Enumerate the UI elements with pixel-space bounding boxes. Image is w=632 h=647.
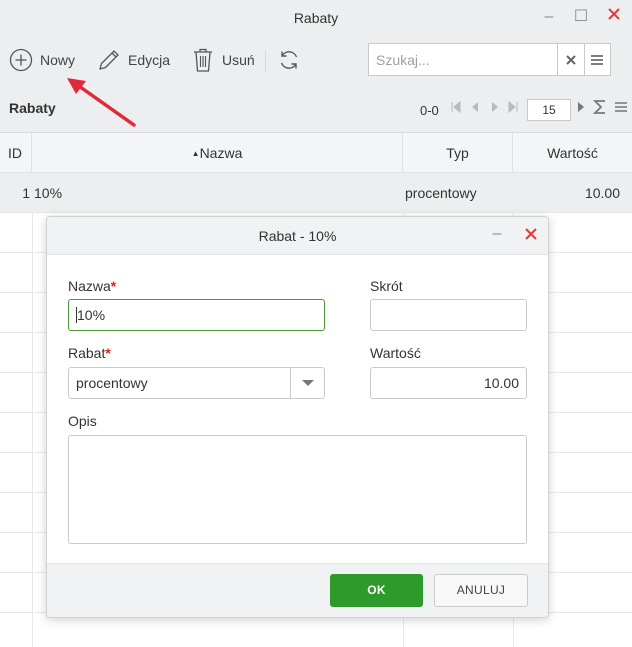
cancel-button[interactable]: ANULUJ <box>434 574 528 607</box>
window-titlebar: Rabaty – ☐ <box>0 0 632 38</box>
short-field[interactable] <box>370 299 527 331</box>
refresh-icon <box>276 47 302 73</box>
value-field-label: Wartość <box>370 345 421 361</box>
prev-page-icon[interactable] <box>468 101 482 115</box>
pencil-icon <box>96 47 122 73</box>
column-header-name[interactable]: ▲Nazwa <box>32 133 403 173</box>
ok-button[interactable]: OK <box>330 574 423 607</box>
description-field-label: Opis <box>68 413 97 429</box>
new-button-label: Nowy <box>40 52 76 68</box>
discount-label-text: Rabat <box>68 345 106 361</box>
hamburger-menu-icon[interactable] <box>583 44 611 75</box>
grid-title: Rabaty <box>9 100 56 116</box>
column-header-id[interactable]: ID <box>0 133 32 173</box>
empty-row <box>0 613 632 647</box>
dialog-minimize-icon[interactable]: – <box>487 224 507 244</box>
dialog-close-icon[interactable] <box>521 224 541 244</box>
delete-button[interactable]: Usuń <box>190 46 255 74</box>
row-name: 10% <box>34 185 63 201</box>
grid-header: ID ▲Nazwa Typ Wartość <box>0 133 632 173</box>
chevron-down-icon[interactable] <box>290 368 324 398</box>
plus-circle-icon <box>8 47 34 73</box>
value-field[interactable]: 10.00 <box>370 367 527 399</box>
next-page-icon[interactable] <box>488 101 502 115</box>
page-size-input[interactable]: 15 <box>527 99 571 121</box>
required-mark: * <box>110 278 117 294</box>
refresh-button[interactable] <box>276 46 302 74</box>
dialog-titlebar: Rabat - 10% – <box>47 217 548 255</box>
search-input[interactable] <box>369 44 557 75</box>
trash-icon <box>190 47 216 73</box>
search-box <box>368 43 611 76</box>
short-field-label: Skrót <box>370 278 403 294</box>
close-icon[interactable] <box>603 6 625 28</box>
name-field[interactable]: 10% <box>68 299 325 331</box>
last-page-icon[interactable] <box>506 100 520 115</box>
name-field-label: Nazwa* <box>68 278 116 294</box>
discount-field-label: Rabat* <box>68 345 111 361</box>
dialog-footer: OK ANULUJ <box>47 563 548 617</box>
column-header-value[interactable]: Wartość <box>513 133 632 173</box>
dialog-title: Rabat - 10% <box>258 228 337 244</box>
column-header-type[interactable]: Typ <box>403 133 513 173</box>
pager-count: 0-0 <box>420 103 439 118</box>
first-page-icon[interactable] <box>449 100 463 115</box>
toolbar-divider <box>265 50 266 72</box>
edit-button[interactable]: Edycja <box>96 46 170 74</box>
clear-x-icon[interactable] <box>557 44 584 75</box>
required-mark: * <box>105 345 111 361</box>
minimize-icon[interactable]: – <box>538 6 560 28</box>
discount-type-value: procentowy <box>76 375 148 391</box>
row-type: procentowy <box>405 185 477 201</box>
edit-button-label: Edycja <box>128 52 171 68</box>
column-divider <box>32 213 33 647</box>
grid-subbar: Rabaty 0-0 15 <box>0 86 632 133</box>
sum-icon[interactable] <box>592 99 608 117</box>
play-icon[interactable] <box>574 101 588 115</box>
row-id: 1 <box>22 185 30 201</box>
table-row[interactable]: 1 10% procentowy 10.00 <box>0 173 632 213</box>
grid-menu-icon[interactable] <box>614 101 628 115</box>
name-label-text: Nazwa <box>68 278 111 294</box>
discount-type-select[interactable]: procentowy <box>68 367 325 399</box>
sort-asc-icon: ▲ <box>191 149 200 158</box>
new-button[interactable]: Nowy <box>8 46 75 74</box>
discount-dialog: Rabat - 10% – Nazwa* 10% Skrót Rabat* pr… <box>46 216 549 618</box>
delete-button-label: Usuń <box>222 52 255 68</box>
maximize-icon[interactable]: ☐ <box>570 6 592 28</box>
row-value: 10.00 <box>584 185 620 201</box>
column-header-name-label: Nazwa <box>199 145 243 161</box>
name-field-value: 10% <box>76 307 106 323</box>
description-field[interactable] <box>68 435 527 544</box>
